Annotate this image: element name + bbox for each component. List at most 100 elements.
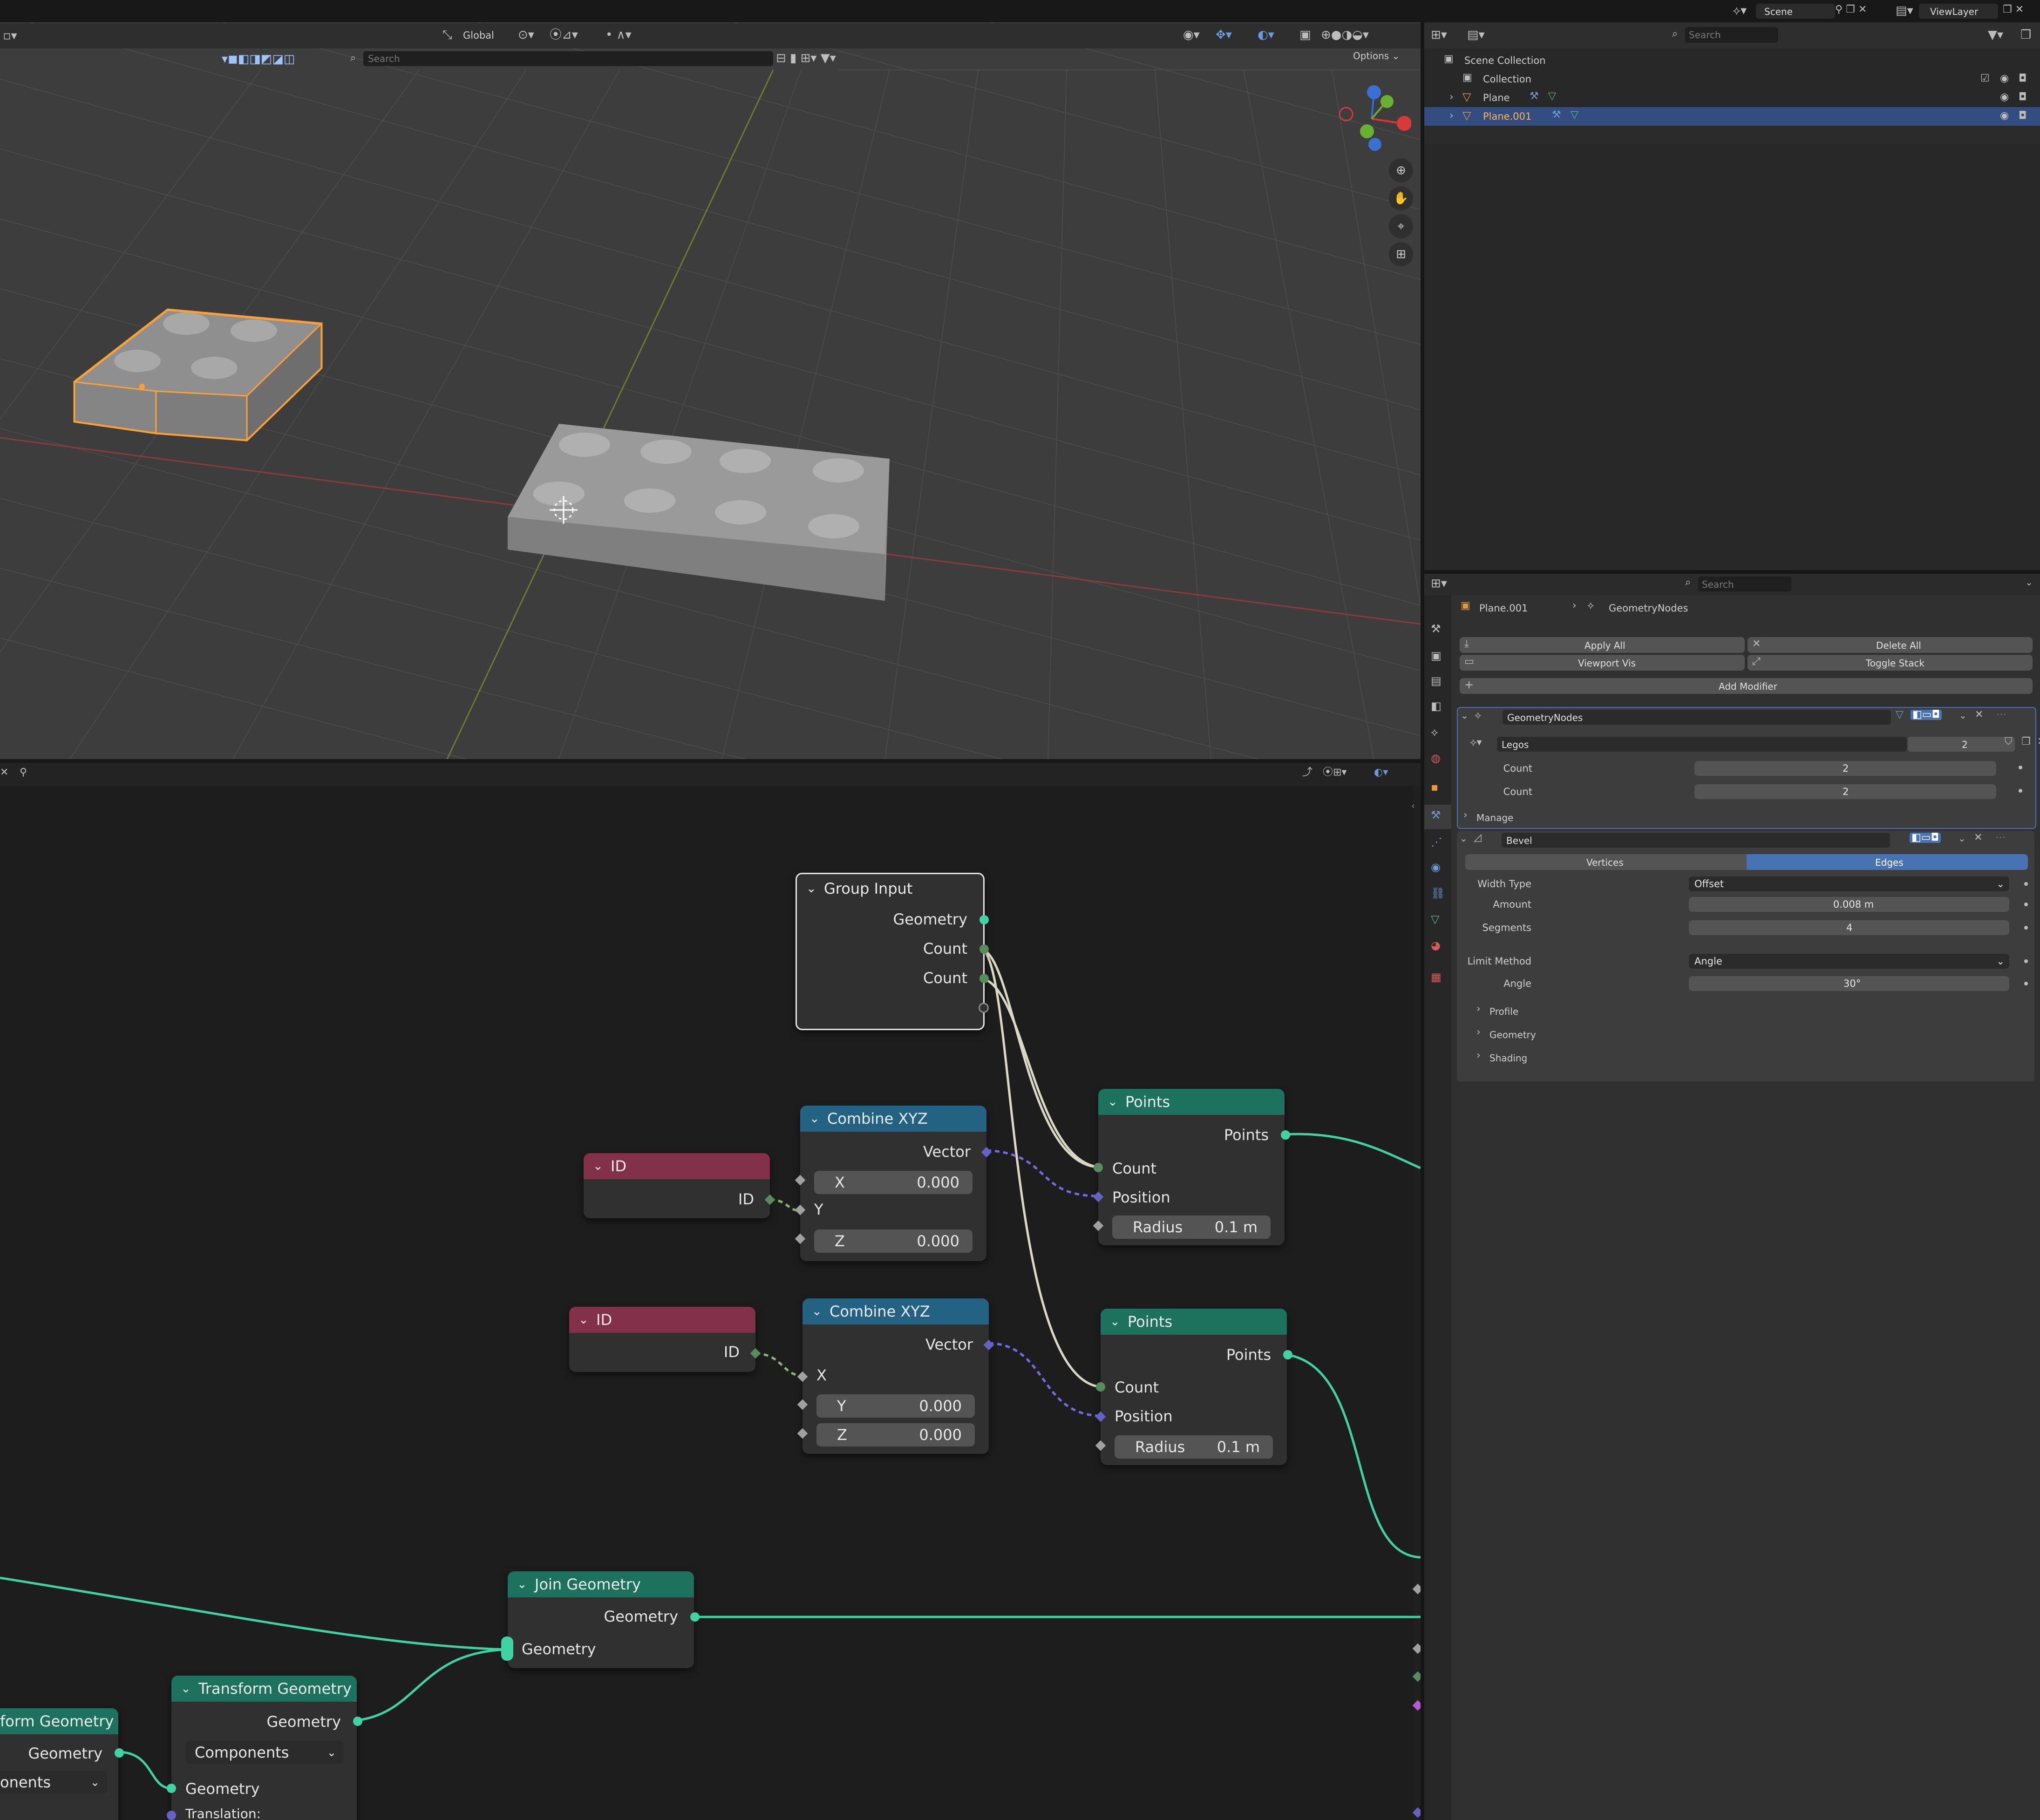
visibility-eye-icon[interactable]: ◉ <box>2000 74 2009 84</box>
particles-tab-icon[interactable]: ⋰ <box>1431 836 1442 848</box>
output-socket-geometry[interactable] <box>690 1612 700 1622</box>
display-toggles-icons[interactable]: ◧▭◘ <box>1911 710 1942 720</box>
node-points-2[interactable]: ⌄ Points Points Count Position Radius 0.… <box>1095 1309 1292 1465</box>
collapse-chevron-icon[interactable]: ⌄ <box>809 1106 820 1132</box>
collapse-chevron-icon[interactable]: ⌄ <box>578 1307 589 1333</box>
viewport-3d[interactable]: ▫▾ ⤡ Global ⊙▾ ⦿⊿▾ • ∧▾ ◉▾ ✥▾ ◐▾ ▣ ⊕●◑◒▾… <box>0 0 1421 759</box>
node-header[interactable]: ⌄ Group Input <box>797 874 983 903</box>
overlays-icon[interactable]: ◐▾ <box>1258 29 1274 41</box>
drag-handle-icon[interactable]: ⋯ <box>1996 710 2006 720</box>
collapse-chevron-icon[interactable]: ⌄ <box>517 1571 527 1597</box>
expand-chevron-icon[interactable]: › <box>1449 92 1454 102</box>
keyframe-dot-icon[interactable] <box>2019 766 2022 769</box>
input-field-z[interactable]: Z 0.000 <box>816 1423 975 1446</box>
toggle-stack-button[interactable]: ⤢ Toggle Stack <box>1748 655 2033 671</box>
collapse-chevron-icon[interactable]: ⌄ <box>1108 1089 1118 1115</box>
unlink-icon[interactable]: ✕ <box>2037 737 2040 747</box>
output-socket-geometry[interactable] <box>979 915 989 924</box>
mesh-data-icon[interactable]: ▽ <box>1548 91 1556 102</box>
node-tree-icon[interactable]: ⟡▾ <box>1470 738 1482 748</box>
input-field-radius[interactable]: Radius 0.1 m <box>1115 1435 1273 1459</box>
shading-subpanel[interactable]: › Shading <box>1457 1047 2034 1068</box>
output-socket-points[interactable] <box>1281 1130 1290 1140</box>
render-camera-icon[interactable]: ◘ <box>2019 111 2026 121</box>
manage-subpanel[interactable]: › Manage <box>1458 808 2035 826</box>
input-socket-count[interactable] <box>1096 1382 1105 1392</box>
input-field-x[interactable]: X 0.000 <box>814 1171 972 1194</box>
apply-all-button[interactable]: ⤓ Apply All <box>1460 637 1745 653</box>
constraints-tab-icon[interactable]: ⛓ <box>1431 888 1445 899</box>
orientation-icon[interactable]: ⤡ <box>442 29 452 41</box>
mode-dropdown[interactable]: Components ⌄ <box>185 1741 344 1764</box>
collapse-chevron-icon[interactable]: ⌄ <box>1460 834 1468 843</box>
modifier-wrench-icon[interactable]: ⚒ <box>1530 91 1539 102</box>
node-header[interactable]: form Geometry <box>0 1708 118 1734</box>
area-divider-horizontal[interactable] <box>0 759 1421 763</box>
keyframe-dot-icon[interactable] <box>2024 882 2028 886</box>
viewlayer-actions-icons[interactable]: ❐ ✕ <box>2003 5 2024 15</box>
node-combine-xyz-1[interactable]: ⌄ Combine XYZ Vector X 0.000 Y Z 0.000 <box>795 1106 992 1261</box>
scene-actions-icons[interactable]: ⚲ ❐ ✕ <box>1835 5 1867 15</box>
node-header[interactable]: ⌄ Points <box>1098 1089 1285 1115</box>
output-tab-icon[interactable]: ▤ <box>1431 675 1442 686</box>
node-header[interactable]: ⌄ Points <box>1101 1309 1287 1335</box>
exclude-checkbox[interactable]: ☑ <box>1980 74 1990 84</box>
edit-mode-toggle-icon[interactable]: ▽ <box>1896 710 1904 720</box>
collapse-chevron-icon[interactable]: ⌄ <box>812 1298 822 1324</box>
dropdown-chevron-icon[interactable]: ⌄ <box>1959 711 1967 720</box>
collapse-chevron-icon[interactable]: ⌄ <box>181 1676 191 1702</box>
output-socket-points[interactable] <box>1283 1350 1292 1359</box>
node-header[interactable]: ⌄ ID <box>569 1307 755 1333</box>
viewport-search-field[interactable]: Search <box>363 51 773 66</box>
tool-tab-icon[interactable]: ⚒ <box>1431 623 1441 634</box>
render-camera-icon[interactable]: ◘ <box>2019 74 2026 84</box>
scene-selector[interactable]: Scene <box>1756 4 1835 19</box>
node-combine-xyz-2[interactable]: ⌄ Combine XYZ Vector X Y 0.000 Z 0.000 <box>797 1298 994 1454</box>
add-modifier-button[interactable]: + Add Modifier <box>1460 678 2033 694</box>
material-tab-icon[interactable]: ◕ <box>1431 940 1441 951</box>
data-tab-icon[interactable]: ▽ <box>1431 914 1439 925</box>
display-toggles-icons[interactable]: ◧▭◘ <box>1910 833 1941 843</box>
modifier-name-field[interactable]: Bevel <box>1502 833 1890 848</box>
texture-tab-icon[interactable]: ▦ <box>1431 971 1442 983</box>
node-join-geometry[interactable]: ⌄ Join Geometry Geometry Geometry <box>501 1571 700 1668</box>
new-collection-icon[interactable]: ❐ <box>2020 29 2031 41</box>
remove-modifier-icon[interactable]: ✕ <box>1974 833 1982 843</box>
render-tab-icon[interactable]: ▣ <box>1431 650 1442 661</box>
input-socket-geometry[interactable] <box>167 1784 176 1793</box>
world-tab-icon[interactable]: ◍ <box>1431 753 1441 764</box>
filter-icons[interactable]: ⊟ ▮ ⊞▾ ▼▾ <box>776 52 836 64</box>
output-socket-geometry[interactable] <box>353 1717 362 1726</box>
outliner-row-collection[interactable]: ▣ Collection ☑ ◉ ◘ <box>1424 70 2040 88</box>
display-mode-icon[interactable]: ▤▾ <box>1467 29 1485 41</box>
view-layer-tab-icon[interactable]: ◧ <box>1431 700 1442 712</box>
scene-tab-icon[interactable]: ⟡ <box>1431 727 1438 738</box>
affect-vertices-tab[interactable]: Vertices <box>1465 854 1747 870</box>
proportional-edit-icon[interactable]: • ∧▾ <box>605 29 632 41</box>
area-divider-vertical[interactable] <box>1421 22 1424 1820</box>
drag-handle-icon[interactable]: ⋯ <box>1995 833 2006 843</box>
collapse-chevron-icon[interactable]: ⌄ <box>1461 711 1469 720</box>
outliner-row-plane-001[interactable]: › ▽ Plane.001 ⚒ ▽ ◉ ◘ <box>1424 107 2040 126</box>
keyframe-dot-icon[interactable] <box>2024 959 2028 963</box>
physics-tab-icon[interactable]: ◉ <box>1431 862 1441 873</box>
collapse-chevron-icon[interactable]: ⌄ <box>806 874 816 903</box>
select-mode-icons[interactable]: ▾◼◧◨◩◪◫ <box>222 53 295 65</box>
input-field-radius[interactable]: Radius 0.1 m <box>1112 1216 1271 1239</box>
node-id-1[interactable]: ⌄ ID ID <box>584 1153 775 1218</box>
node-id-2[interactable]: ⌄ ID ID <box>569 1307 761 1372</box>
keyframe-dot-icon[interactable] <box>2019 789 2022 793</box>
zoom-tool[interactable]: ⊕ <box>1389 158 1413 183</box>
node-group-input[interactable]: ⌄ Group Input Geometry Count Count <box>796 873 989 1030</box>
properties-search-field[interactable]: Search <box>1698 577 1791 591</box>
keyframe-dot-icon[interactable] <box>2024 982 2028 985</box>
duplicate-icon[interactable]: ❐ <box>2021 737 2031 747</box>
modifier-wrench-icon[interactable]: ⚒ <box>1552 110 1561 120</box>
geometry-subpanel[interactable]: › Geometry <box>1457 1024 2034 1045</box>
snap-icon[interactable]: ⦿⊿▾ <box>550 29 578 41</box>
outliner-row-plane[interactable]: › ▽ Plane ⚒ ▽ ◉ ◘ <box>1424 88 2040 107</box>
visibility-eye-icon[interactable]: ◉ <box>2000 92 2009 102</box>
outliner-row-scene-collection[interactable]: ▣ Scene Collection <box>1424 51 2040 70</box>
input-field-z[interactable]: Z 0.000 <box>814 1229 972 1253</box>
input-field-y[interactable]: Y 0.000 <box>816 1394 975 1418</box>
